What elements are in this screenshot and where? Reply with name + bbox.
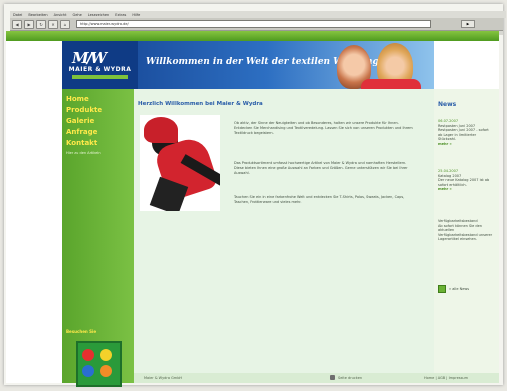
promo-dot-yellow <box>100 349 112 361</box>
menu-help[interactable]: Hilfe <box>132 13 140 17</box>
header-photo <box>331 41 434 89</box>
all-news-label: » alle News <box>449 287 470 291</box>
header-photo-shirt <box>361 79 421 89</box>
news-item: 06.07.2007 Restposten Juni 2007 Restpost… <box>438 119 494 146</box>
promo-dot-red <box>82 349 94 361</box>
back-button[interactable]: ◀ <box>12 19 22 29</box>
logo-mark: M/W <box>72 49 107 67</box>
sidebar-item-kontakt[interactable]: Kontakt <box>66 139 126 149</box>
go-button[interactable]: ▶ <box>461 20 475 28</box>
menu-edit[interactable]: Bearbeiten <box>28 13 47 17</box>
stop-button[interactable]: ✕ <box>48 19 58 29</box>
sidebar: Home Produkte Galerie Anfrage Kontakt Hi… <box>62 89 134 387</box>
top-green-bar <box>6 31 499 41</box>
news-more-link[interactable]: mehr » <box>438 142 494 147</box>
address-bar[interactable]: http://www.maier-wydra.de/ <box>76 20 431 28</box>
menu-file[interactable]: Datei <box>13 13 22 17</box>
menu-bookmarks[interactable]: Lesezeichen <box>88 13 110 17</box>
news-body: Restposten Juni 2007 - sofort ab Lager i… <box>438 128 489 141</box>
news-more-link[interactable]: mehr » <box>438 187 494 192</box>
footer-copyright: Maier & Wydra GmbH <box>144 376 183 380</box>
intro-paragraph-3: Tauchen Sie ein in eine farbenfrohe Welt… <box>234 195 405 204</box>
news-title: News <box>438 101 457 108</box>
browser-menubar: Datei Bearbeiten Ansicht Gehe Lesezeiche… <box>10 11 506 18</box>
menu-tools[interactable]: Extras <box>115 13 126 17</box>
all-news-link[interactable]: » alle News <box>438 285 469 293</box>
news-item: 25.04.2007 Katalog 2007 Der neue Katalog… <box>438 169 494 192</box>
web-page: M/W MAIER & WYDRA Willkommen in der Welt… <box>6 31 499 387</box>
home-button[interactable]: ⌂ <box>60 19 70 29</box>
promo-dot-orange <box>100 365 112 377</box>
sidebar-item-anfrage[interactable]: Anfrage <box>66 128 126 138</box>
page-title: Herzlich Willkommen bei Maier & Wydra <box>138 101 263 107</box>
footer-links[interactable]: Home | AGB | Impressum <box>424 376 468 380</box>
reload-button[interactable]: ↻ <box>36 19 46 29</box>
sidebar-item-produkte[interactable]: Produkte <box>66 106 126 116</box>
intro-paragraph-2: Das Produktsortiment umfasst hochwertige… <box>234 161 408 175</box>
footer-print-link[interactable]: Seite drucken <box>338 376 362 380</box>
fashion-illustration <box>140 115 220 211</box>
browser-toolbar: ◀ ▶ ↻ ✕ ⌂ http://www.maier-wydra.de/ ▶ <box>10 18 503 31</box>
sidebar-item-home[interactable]: Home <box>66 95 126 105</box>
sidebar-sub-link[interactable]: Hier zu den Artikeln <box>66 151 101 155</box>
news-arrow-icon <box>438 285 446 293</box>
logo-text: MAIER & WYDRA <box>68 66 132 73</box>
menu-view[interactable]: Ansicht <box>54 13 67 17</box>
news-column: News 06.07.2007 Restposten Juni 2007 Res… <box>434 89 499 383</box>
sidebar-item-galerie[interactable]: Galerie <box>66 117 126 127</box>
news-item: Verfügbarkeitsbestand Ab sofort können S… <box>438 219 494 242</box>
promo-label: Besuchen Sie <box>66 329 97 334</box>
illustration-hat <box>144 117 178 143</box>
forward-button[interactable]: ▶ <box>24 19 34 29</box>
menu-go[interactable]: Gehe <box>73 13 82 17</box>
news-body: Der neue Katalog 2007 ist ab sofort erhä… <box>438 178 490 187</box>
intro-paragraph-1: Ob aktiv, der Sinne der Neuigkeiten und … <box>234 121 413 135</box>
footer: Maier & Wydra GmbH Seite drucken Home | … <box>134 373 499 383</box>
logo[interactable]: M/W MAIER & WYDRA <box>62 41 138 89</box>
logo-strip <box>72 75 128 79</box>
main-content: Herzlich Willkommen bei Maier & Wydra Ob… <box>134 89 434 383</box>
news-body: Ab sofort können Sie den aktuellen Verfü… <box>438 223 493 242</box>
promo-dot-blue <box>82 365 94 377</box>
promo-package-image[interactable] <box>76 341 122 387</box>
printer-icon[interactable] <box>330 375 335 380</box>
